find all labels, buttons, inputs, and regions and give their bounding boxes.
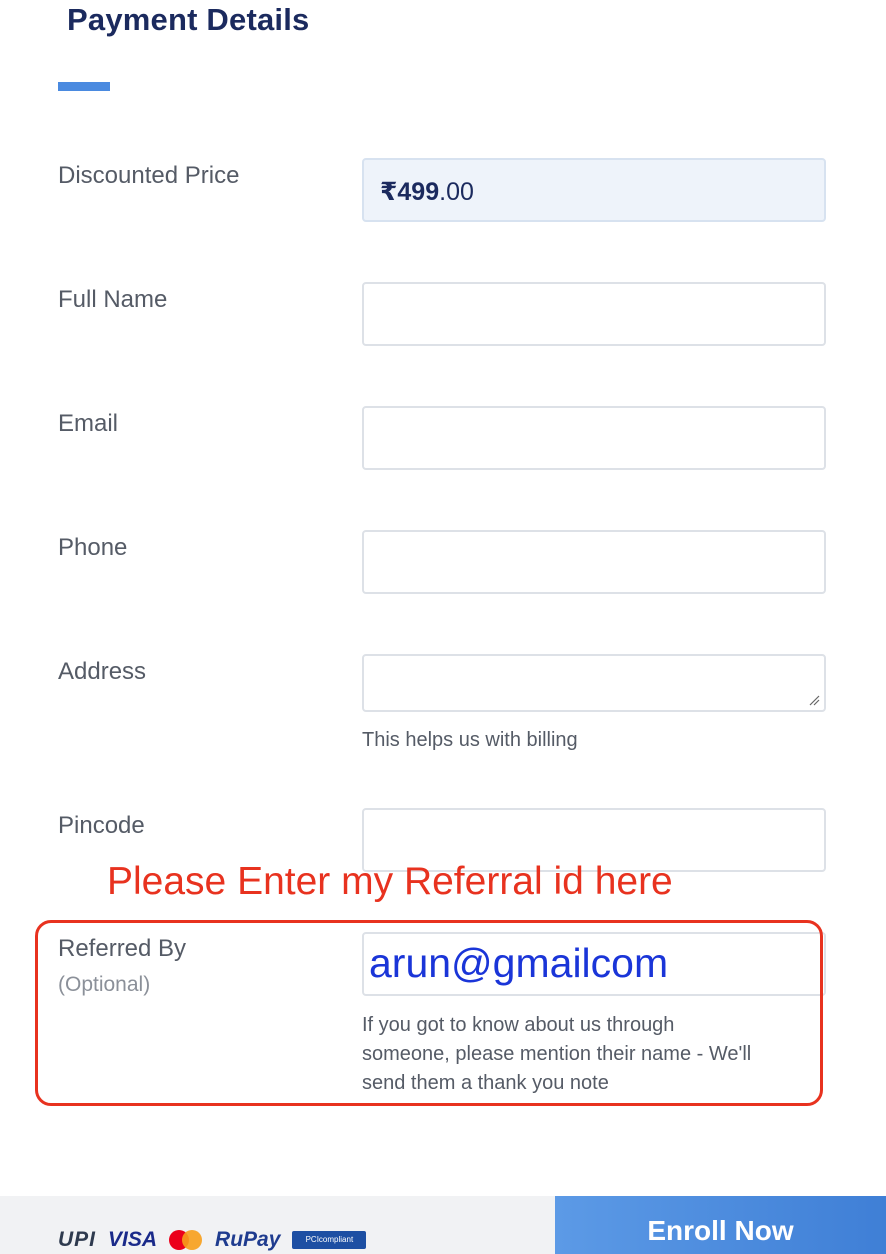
price-decimal: .00 [439, 178, 474, 206]
price-amount: 499 [397, 178, 440, 206]
pci-compliant-icon: PCIcompliant [292, 1231, 367, 1249]
enroll-now-button[interactable]: Enroll Now [555, 1196, 886, 1254]
upi-logo-icon: UPI [58, 1228, 97, 1251]
payment-logos: UPI VISA RuPay PCIcompliant [58, 1228, 367, 1252]
rupay-logo-icon: RuPay [215, 1228, 281, 1251]
mastercard-icon [169, 1229, 203, 1251]
full-name-input[interactable] [362, 282, 826, 346]
email-label: Email [58, 410, 119, 437]
address-label: Address [58, 658, 147, 685]
page-title: Payment Details [67, 2, 310, 37]
phone-label: Phone [58, 534, 128, 561]
annotation-highlight-box [35, 920, 823, 1106]
resize-handle-icon[interactable] [808, 694, 820, 706]
payment-page: Payment Details Discounted Price ₹499.00… [0, 0, 886, 1254]
pincode-label: Pincode [58, 812, 145, 839]
address-textarea[interactable] [362, 654, 826, 712]
full-name-label: Full Name [58, 286, 168, 313]
rupee-symbol: ₹ [380, 178, 398, 206]
annotation-text: Please Enter my Referral id here [107, 860, 673, 903]
address-helper-text: This helps us with billing [362, 729, 578, 751]
email-input[interactable] [362, 406, 826, 470]
discounted-price-label: Discounted Price [58, 162, 240, 189]
title-underline [58, 82, 110, 91]
price-value: ₹499.00 [380, 177, 474, 207]
phone-input[interactable] [362, 530, 826, 594]
discounted-price-field: ₹499.00 [362, 158, 826, 222]
visa-logo-icon: VISA [108, 1228, 158, 1251]
